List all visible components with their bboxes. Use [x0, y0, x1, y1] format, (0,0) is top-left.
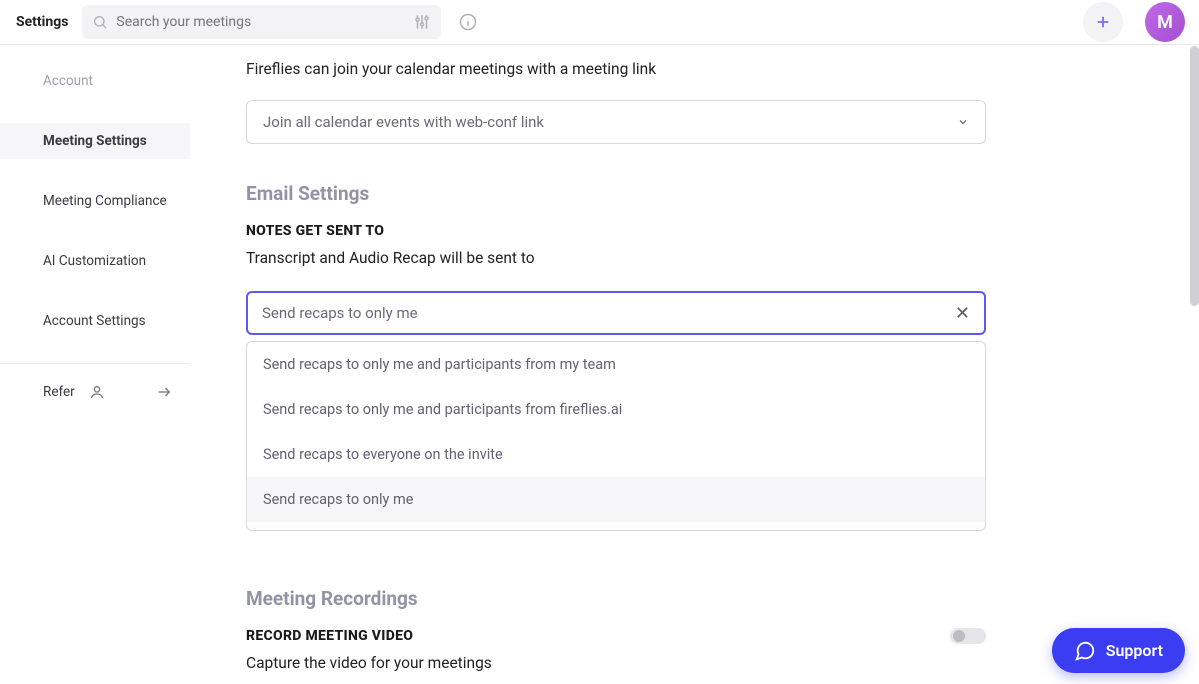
person-icon [89, 384, 105, 400]
autojoin-description: Fireflies can join your calendar meeting… [246, 60, 1143, 78]
sidebar-item-account-settings[interactable]: Account Settings [0, 303, 190, 339]
close-icon[interactable]: ✕ [955, 303, 970, 324]
info-holder [459, 13, 477, 31]
autojoin-value: Join all calendar events with web-conf l… [263, 113, 544, 131]
avatar[interactable]: M [1145, 2, 1185, 42]
email-section-heading: Email Settings [246, 182, 1143, 205]
recap-option-only-me[interactable]: Send recaps to only me [247, 477, 985, 522]
scrollbar[interactable] [1190, 46, 1199, 306]
content-area: Fireflies can join your calendar meeting… [190, 45, 1199, 684]
sidebar-item-meeting-compliance[interactable]: Meeting Compliance [0, 183, 190, 219]
recap-option-fireflies[interactable]: Send recaps to only me and participants … [247, 387, 985, 432]
recap-dropdown: Send recaps to only me and participants … [246, 341, 986, 531]
refer-label: Refer [43, 384, 75, 400]
recap-select-input[interactable]: Send recaps to only me ✕ [246, 291, 986, 335]
sidebar-item-account[interactable]: Account [0, 63, 190, 99]
toggle-knob [953, 630, 965, 642]
chevron-down-icon [957, 116, 969, 128]
search-input[interactable] [116, 14, 413, 30]
support-label: Support [1106, 641, 1163, 660]
page-title: Settings [16, 14, 68, 30]
email-subhead: NOTES GET SENT TO [246, 223, 1143, 239]
recap-option-team[interactable]: Send recaps to only me and participants … [247, 342, 985, 387]
email-description: Transcript and Audio Recap will be sent … [246, 249, 1143, 267]
plus-icon [1094, 13, 1112, 31]
recap-combobox: Send recaps to only me ✕ Send recaps to … [246, 291, 986, 531]
meeting-recordings-section: Meeting Recordings RECORD MEETING VIDEO … [246, 587, 986, 672]
recordings-description: Capture the video for your meetings [246, 654, 986, 672]
search-container [82, 5, 441, 39]
topbar: Settings M [0, 0, 1199, 45]
sidebar-item-ai-customization[interactable]: AI Customization [0, 243, 190, 279]
recap-selected-value: Send recaps to only me [262, 304, 418, 322]
support-button[interactable]: Support [1052, 628, 1185, 673]
record-video-row: RECORD MEETING VIDEO [246, 628, 986, 644]
info-icon[interactable] [459, 13, 477, 31]
recap-option-everyone[interactable]: Send recaps to everyone on the invite [247, 432, 985, 477]
add-button[interactable] [1083, 2, 1123, 42]
search-icon [92, 14, 108, 30]
record-video-toggle[interactable] [950, 628, 986, 644]
sidebar-divider [0, 363, 190, 364]
search-trailing [413, 13, 431, 31]
topbar-right: M [1083, 2, 1185, 42]
autojoin-select[interactable]: Join all calendar events with web-conf l… [246, 100, 986, 144]
sidebar-item-meeting-settings[interactable]: Meeting Settings [0, 123, 190, 159]
recordings-section-heading: Meeting Recordings [246, 587, 986, 610]
arrow-right-icon [156, 384, 172, 400]
record-video-subhead: RECORD MEETING VIDEO [246, 628, 413, 644]
chat-icon [1074, 640, 1096, 662]
sliders-icon[interactable] [413, 13, 431, 31]
sidebar: Account Meeting Settings Meeting Complia… [0, 45, 190, 684]
layout: Account Meeting Settings Meeting Complia… [0, 45, 1199, 684]
refer-link[interactable]: Refer [0, 384, 190, 400]
